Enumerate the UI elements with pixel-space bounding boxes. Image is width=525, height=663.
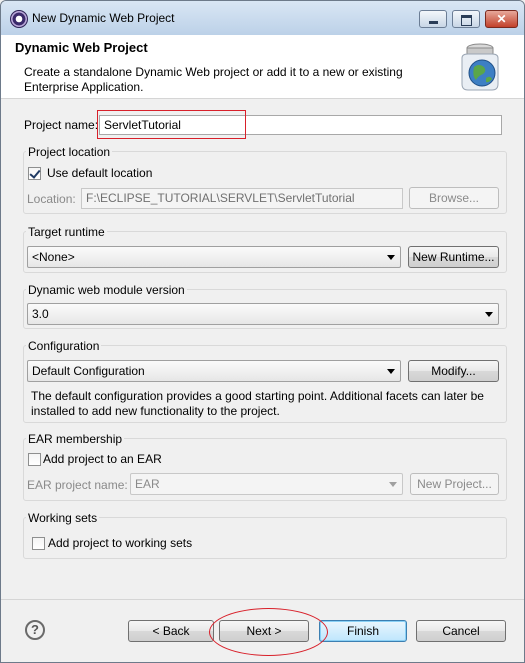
chevron-down-icon (485, 312, 493, 317)
use-default-location-label[interactable]: Use default location (47, 166, 152, 180)
target-runtime-value: <None> (32, 250, 75, 264)
ear-membership-title: EAR membership (26, 432, 125, 446)
target-runtime-select[interactable]: <None> (27, 246, 401, 268)
wizard-header: Dynamic Web Project Create a standalone … (1, 35, 524, 99)
location-label: Location: (27, 192, 76, 206)
configuration-description: The default configuration provides a goo… (31, 389, 484, 418)
module-version-select[interactable]: 3.0 (27, 303, 499, 325)
footer-separator (1, 599, 524, 600)
back-button[interactable]: < Back (128, 620, 214, 642)
wizard-title: Dynamic Web Project (15, 40, 148, 55)
maximize-button[interactable] (452, 10, 480, 28)
modify-button[interactable]: Modify... (408, 360, 499, 382)
configuration-title: Configuration (26, 339, 102, 353)
minimize-icon (420, 11, 446, 27)
help-icon[interactable]: ? (25, 620, 45, 640)
chevron-down-icon (387, 369, 395, 374)
configuration-select[interactable]: Default Configuration (27, 360, 401, 382)
window-title: New Dynamic Web Project (32, 11, 175, 25)
add-to-ear-checkbox[interactable] (28, 453, 41, 466)
project-name-input[interactable]: ServletTutorial (99, 115, 502, 135)
close-icon: ✕ (496, 12, 507, 26)
wizard-description: Create a standalone Dynamic Web project … (24, 65, 403, 94)
dialog-window: New Dynamic Web Project ✕ Dynamic Web Pr… (0, 0, 525, 663)
minimize-button[interactable] (419, 10, 447, 28)
finish-button[interactable]: Finish (319, 620, 407, 642)
module-version-value: 3.0 (32, 307, 49, 321)
project-name-label: Project name: (24, 118, 99, 132)
ear-project-name-select[interactable]: EAR (130, 473, 403, 495)
project-location-title: Project location (26, 145, 113, 159)
cancel-button[interactable]: Cancel (416, 620, 506, 642)
configuration-value: Default Configuration (32, 364, 145, 378)
globe-jar-icon (461, 43, 499, 91)
working-sets-title: Working sets (26, 511, 100, 525)
module-version-title: Dynamic web module version (26, 283, 187, 297)
close-button[interactable]: ✕ (485, 10, 518, 28)
new-ear-project-button[interactable]: New Project... (410, 473, 499, 495)
target-runtime-title: Target runtime (26, 225, 107, 239)
add-to-working-sets-checkbox[interactable] (32, 537, 45, 550)
chevron-down-icon (389, 482, 397, 487)
browse-button[interactable]: Browse... (409, 187, 499, 209)
next-button[interactable]: Next > (219, 620, 309, 642)
add-to-ear-label[interactable]: Add project to an EAR (43, 452, 162, 466)
ear-project-name-label: EAR project name: (27, 478, 128, 492)
eclipse-app-icon (10, 10, 28, 28)
ear-project-name-value: EAR (135, 477, 160, 491)
new-runtime-button[interactable]: New Runtime... (408, 246, 499, 268)
title-bar[interactable]: New Dynamic Web Project ✕ (1, 1, 524, 35)
add-to-working-sets-label[interactable]: Add project to working sets (48, 536, 192, 550)
chevron-down-icon (387, 255, 395, 260)
use-default-location-checkbox[interactable] (28, 167, 41, 180)
location-input[interactable]: F:\ECLIPSE_TUTORIAL\SERVLET\ServletTutor… (81, 188, 403, 209)
maximize-icon (453, 11, 479, 27)
